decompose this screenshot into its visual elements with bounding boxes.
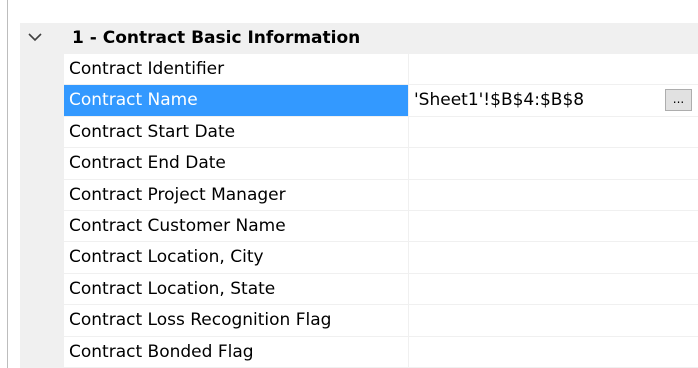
property-name[interactable]: Contract Identifier xyxy=(64,54,408,84)
property-row-contract-identifier[interactable]: Contract Identifier xyxy=(64,54,698,86)
chevron-down-icon[interactable] xyxy=(26,27,44,47)
property-name[interactable]: Contract Name xyxy=(64,85,408,116)
property-name[interactable]: Contract Project Manager xyxy=(64,180,408,210)
property-name[interactable]: Contract End Date xyxy=(64,148,408,178)
property-row-contract-bonded-flag[interactable]: Contract Bonded Flag xyxy=(64,336,698,368)
property-value[interactable] xyxy=(408,336,698,367)
property-value[interactable] xyxy=(408,305,698,336)
property-value-field[interactable]: 'Sheet1'!$B$4:$B$8 ... xyxy=(408,85,698,116)
property-value[interactable] xyxy=(408,273,698,305)
property-value[interactable] xyxy=(408,116,698,148)
property-name[interactable]: Contract Location, State xyxy=(64,274,408,304)
property-value[interactable] xyxy=(408,54,698,85)
property-name[interactable]: Contract Loss Recognition Flag xyxy=(64,305,408,335)
property-name[interactable]: Contract Customer Name xyxy=(64,211,408,241)
property-row-contract-project-manager[interactable]: Contract Project Manager xyxy=(64,179,698,211)
panel-left-border xyxy=(7,0,8,368)
category-gutter xyxy=(20,54,64,368)
property-row-contract-location-city[interactable]: Contract Location, City xyxy=(64,242,698,274)
property-name[interactable]: Contract Bonded Flag xyxy=(64,337,408,367)
property-value[interactable] xyxy=(408,179,698,210)
property-name[interactable]: Contract Start Date xyxy=(64,117,408,147)
property-value[interactable] xyxy=(408,148,698,179)
property-value[interactable] xyxy=(408,210,698,242)
property-row-contract-name[interactable]: Contract Name 'Sheet1'!$B$4:$B$8 ... xyxy=(64,85,698,117)
property-row-contract-start-date[interactable]: Contract Start Date xyxy=(64,116,698,149)
category-header[interactable]: 1 - Contract Basic Information xyxy=(20,23,698,54)
property-grid: 1 - Contract Basic Information Contract … xyxy=(20,23,698,368)
property-name[interactable]: Contract Location, City xyxy=(64,242,408,272)
property-rows: Contract Identifier Contract Name 'Sheet… xyxy=(64,54,698,368)
property-row-contract-location-state[interactable]: Contract Location, State xyxy=(64,273,698,306)
property-value-text: 'Sheet1'!$B$4:$B$8 xyxy=(414,90,585,111)
property-row-contract-customer-name[interactable]: Contract Customer Name xyxy=(64,210,698,243)
ellipsis-browse-button[interactable]: ... xyxy=(665,89,692,112)
category-title: 1 - Contract Basic Information xyxy=(72,28,361,48)
property-value[interactable] xyxy=(408,242,698,273)
property-row-contract-end-date[interactable]: Contract End Date xyxy=(64,148,698,180)
property-row-contract-loss-recognition-flag[interactable]: Contract Loss Recognition Flag xyxy=(64,305,698,337)
